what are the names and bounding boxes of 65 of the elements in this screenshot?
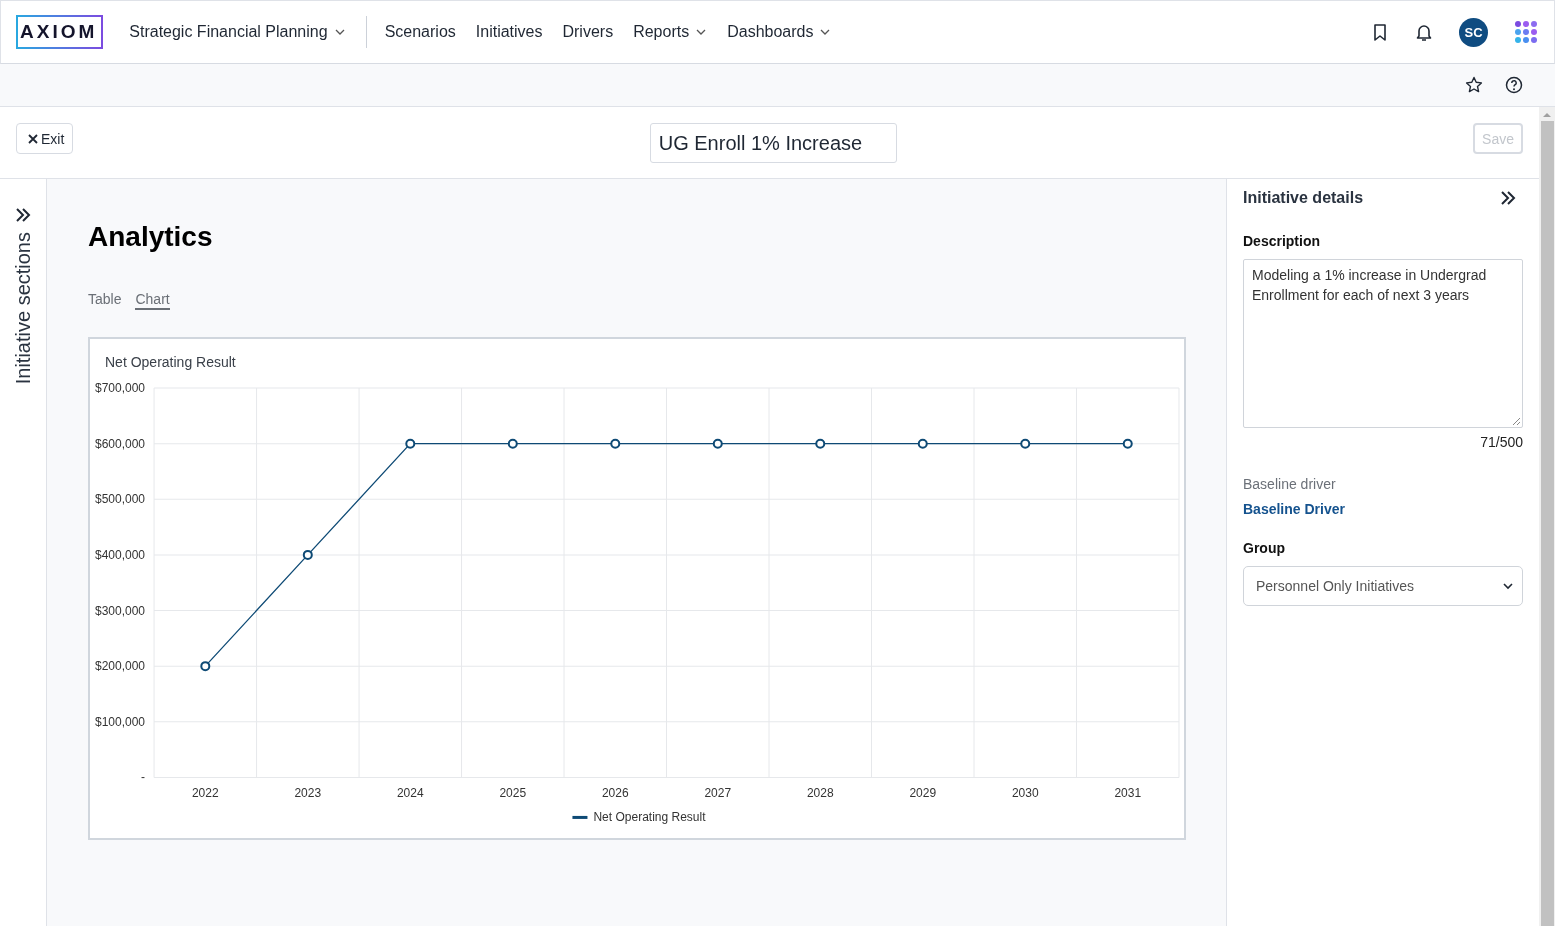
data-point (917, 438, 928, 449)
rail-title[interactable]: Initiative sections (11, 232, 35, 385)
view-tab[interactable]: Chart (135, 291, 170, 310)
description-field[interactable]: Modeling a 1% increase in Undergrad Enrollment for each of next 3 years (1243, 259, 1523, 428)
field-label: Group (1243, 540, 1286, 556)
nav-menu[interactable]: Dashboards (727, 23, 832, 41)
chart-title: Net Operating Result (105, 354, 236, 371)
exit-button[interactable]: Exit (16, 123, 74, 154)
title-field[interactable]: UG Enroll 1% Increase (649, 123, 897, 163)
baseline-driver-link[interactable]: Baseline Driver (1243, 501, 1345, 517)
y-axis-label: $500,000 (95, 492, 146, 507)
data-point (610, 438, 621, 449)
x-axis-label: 2026 (601, 786, 629, 801)
legend-label[interactable]: Net Operating Result (593, 810, 706, 825)
field-label: Description (1243, 233, 1321, 249)
data-point (302, 549, 313, 560)
star-icon[interactable] (1465, 76, 1483, 94)
bookmark-icon[interactable] (1371, 22, 1389, 42)
page-heading: Analytics (88, 221, 213, 253)
close-icon (27, 132, 39, 145)
apps-grid-icon[interactable] (1514, 20, 1538, 44)
x-axis-label: 2024 (396, 786, 424, 801)
data-point (1020, 438, 1031, 449)
logo[interactable]: AXIOM (16, 15, 104, 49)
x-axis-label: 2029 (909, 786, 937, 801)
y-axis-label: $700,000 (95, 381, 146, 396)
bell-icon[interactable] (1415, 22, 1433, 42)
x-axis-label: 2027 (704, 786, 732, 801)
x-axis-label: 2023 (294, 786, 322, 801)
nav-link[interactable]: Scenarios (384, 23, 456, 41)
x-axis-label: 2028 (806, 786, 834, 801)
resize-grip-icon[interactable] (1511, 416, 1521, 426)
data-point (712, 438, 723, 449)
character-counter: 71/500 (1479, 434, 1523, 450)
data-point (200, 661, 211, 672)
collapse-icon[interactable] (1499, 189, 1517, 207)
y-axis-label: $400,000 (95, 547, 146, 562)
nav-link[interactable]: Initiatives (475, 23, 543, 41)
data-point (507, 438, 518, 449)
y-axis-label: - (141, 770, 146, 785)
y-axis-label: $200,000 (95, 659, 146, 674)
y-axis-label: $100,000 (95, 714, 146, 729)
x-axis-label: 2030 (1011, 786, 1039, 801)
data-point (405, 438, 416, 449)
group-select[interactable]: Personnel Only Initiatives (1243, 566, 1523, 606)
nav-link[interactable]: Drivers (562, 23, 614, 41)
x-axis-label: 2031 (1114, 786, 1142, 801)
view-tab[interactable]: Table (88, 291, 122, 310)
y-axis-label: $300,000 (95, 603, 146, 618)
user-avatar[interactable]: SC (1459, 17, 1488, 47)
x-axis-label: 2025 (499, 786, 527, 801)
y-axis-label: $600,000 (95, 436, 146, 451)
x-axis-label: 2022 (191, 786, 219, 801)
data-point (815, 438, 826, 449)
panel-title: Initiative details (1243, 189, 1364, 207)
chevron-down-icon (1502, 580, 1514, 592)
legend-swatch (572, 815, 588, 819)
description-text: Modeling a 1% increase in Undergrad Enrollment for each of next 3 years (1252, 267, 1487, 303)
nav-menu[interactable]: Reports (633, 23, 708, 41)
help-icon[interactable] (1505, 76, 1523, 94)
data-point (1122, 438, 1133, 449)
scrollbar-thumb[interactable] (1540, 121, 1554, 926)
field-label: Baseline driver (1243, 476, 1337, 492)
app-menu[interactable]: Strategic Financial Planning (129, 23, 346, 41)
expand-icon[interactable] (14, 206, 32, 224)
